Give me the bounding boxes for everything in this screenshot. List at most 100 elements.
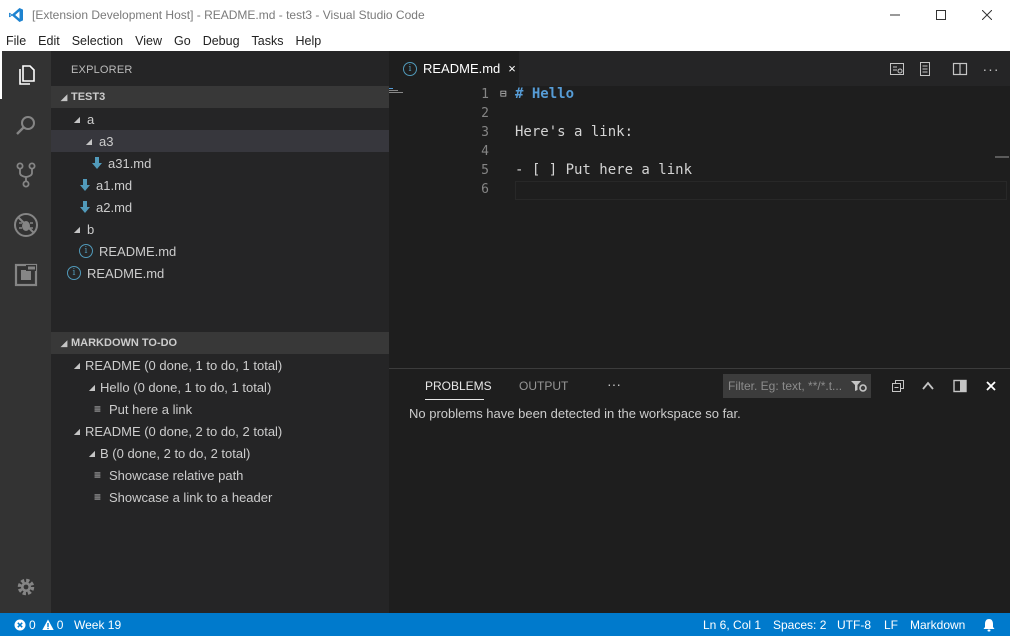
warning-icon xyxy=(41,619,54,630)
panel-more-tabs-button[interactable]: ··· xyxy=(607,376,621,392)
activity-debug[interactable] xyxy=(0,201,51,249)
todo-file-item[interactable]: ◢ README (0 done, 2 to do, 2 total) xyxy=(51,420,389,442)
list-icon: ≡ xyxy=(94,468,102,482)
menu-go[interactable]: Go xyxy=(168,34,197,48)
chevron-up-icon xyxy=(922,381,934,390)
close-window-button[interactable] xyxy=(964,0,1010,30)
split-editor-icon xyxy=(952,62,968,75)
menu-view[interactable]: View xyxy=(129,34,168,48)
week-status[interactable]: Week 19 xyxy=(74,613,121,636)
activity-search[interactable] xyxy=(0,101,51,149)
activity-explorer[interactable] xyxy=(0,51,51,99)
markdown-file-icon xyxy=(80,201,90,213)
error-count: 0 xyxy=(29,617,36,632)
chevron-down-icon: ◢ xyxy=(88,448,96,458)
chevron-down-icon: ◢ xyxy=(88,382,96,392)
menu-bar: File Edit Selection View Go Debug Tasks … xyxy=(0,30,1010,51)
indentation-status[interactable]: Spaces: 2 xyxy=(773,613,826,636)
tree-item-a1-md[interactable]: a1.md xyxy=(51,174,389,196)
open-preview-button[interactable] xyxy=(884,51,910,86)
tab-output[interactable]: OUTPUT xyxy=(519,379,568,393)
chevron-down-icon: ◢ xyxy=(60,91,68,102)
tree-item-label: a2.md xyxy=(96,199,133,215)
menu-edit[interactable]: Edit xyxy=(32,34,66,48)
problems-status[interactable]: 0 0 xyxy=(14,613,63,636)
menu-debug[interactable]: Debug xyxy=(197,34,246,48)
split-editor-button[interactable] xyxy=(947,51,973,86)
minimize-button[interactable] xyxy=(872,0,918,30)
filter-settings-icon[interactable] xyxy=(850,378,868,394)
tab-problems[interactable]: PROBLEMS xyxy=(425,379,492,393)
todo-item-label: Showcase a link to a header xyxy=(109,489,273,505)
chevron-down-icon: ◢ xyxy=(85,136,93,146)
chevron-down-icon: ◢ xyxy=(60,337,68,348)
sidebar: EXPLORER ◢ TEST3 ◢ a ◢ a3 a31.md a1.md a… xyxy=(51,51,389,613)
tree-item-label: README.md xyxy=(99,243,177,259)
fold-icon[interactable]: ⊟ xyxy=(500,87,507,100)
sidebar-title: EXPLORER xyxy=(71,64,133,76)
notifications-button[interactable] xyxy=(982,613,996,636)
close-tab-icon[interactable]: × xyxy=(508,61,516,76)
todo-section-header[interactable]: ◢ MARKDOWN TO-DO xyxy=(51,332,389,354)
tree-item-a[interactable]: ◢ a xyxy=(51,108,389,130)
debug-icon xyxy=(13,213,38,237)
todo-task-item[interactable]: ≡ Showcase a link to a header xyxy=(51,486,389,508)
open-preview-side-button[interactable] xyxy=(912,51,938,86)
todo-task-item[interactable]: ≡ Showcase relative path xyxy=(51,464,389,486)
todo-task-item[interactable]: ≡ Put here a link xyxy=(51,398,389,420)
close-icon xyxy=(982,10,992,20)
list-icon: ≡ xyxy=(94,402,102,416)
activity-source-control[interactable] xyxy=(0,151,51,199)
minimap xyxy=(389,88,403,93)
problems-filter-input[interactable]: Filter. Eg: text, **/*.t... xyxy=(723,374,871,398)
code-line: - [ ] Put here a link xyxy=(515,162,693,178)
tree-item-a3[interactable]: ◢ a3 xyxy=(51,130,389,152)
menu-tasks[interactable]: Tasks xyxy=(246,34,290,48)
tree-item-a31-md[interactable]: a31.md xyxy=(51,152,389,174)
title-bar: [Extension Development Host] - README.md… xyxy=(0,0,1010,30)
menu-selection[interactable]: Selection xyxy=(66,34,129,48)
toggle-panel-position-button[interactable] xyxy=(949,376,971,396)
maximize-button[interactable] xyxy=(918,0,964,30)
tree-item-b-readme[interactable]: i README.md xyxy=(51,240,389,262)
tree-item-a2-md[interactable]: a2.md xyxy=(51,196,389,218)
encoding-status[interactable]: UTF-8 xyxy=(837,613,871,636)
chevron-down-icon: ◢ xyxy=(73,224,81,234)
gear-icon xyxy=(17,578,34,596)
menu-help[interactable]: Help xyxy=(290,34,328,48)
activity-manage[interactable] xyxy=(0,563,51,611)
editor[interactable]: 1 2 3 4 5 6 ⊟ # Hello Here's a link: - [… xyxy=(389,86,1010,368)
tab-readme[interactable]: i README.md × xyxy=(389,51,519,86)
current-line-highlight xyxy=(515,181,1007,200)
cursor-position-status[interactable]: Ln 6, Col 1 xyxy=(703,613,761,636)
folder-section-header[interactable]: ◢ TEST3 xyxy=(51,86,389,108)
tree-item-label: b xyxy=(87,221,95,237)
line-number: 1 xyxy=(481,87,489,102)
line-number: 2 xyxy=(481,106,489,121)
language-status[interactable]: Markdown xyxy=(910,613,965,636)
todo-header-item[interactable]: ◢ Hello (0 done, 1 to do, 1 total) xyxy=(51,376,389,398)
more-actions-button[interactable]: ··· xyxy=(978,51,1004,86)
collapse-all-button[interactable] xyxy=(887,376,909,396)
tree-item-readme[interactable]: i README.md xyxy=(51,262,389,284)
maximize-panel-button[interactable] xyxy=(917,376,939,396)
active-tab-underline xyxy=(425,399,484,400)
line-number: 4 xyxy=(481,144,489,159)
chevron-down-icon: ◢ xyxy=(73,426,81,436)
eol-status[interactable]: LF xyxy=(884,613,898,636)
tree-item-label: a3 xyxy=(99,133,114,149)
chevron-down-icon: ◢ xyxy=(73,114,81,124)
close-panel-button[interactable] xyxy=(980,376,1002,396)
todo-file-item[interactable]: ◢ README (0 done, 1 to do, 1 total) xyxy=(51,354,389,376)
todo-item-label: Hello (0 done, 1 to do, 1 total) xyxy=(100,379,272,395)
todo-section-title: MARKDOWN TO-DO xyxy=(71,337,178,349)
ellipsis-icon: ··· xyxy=(982,60,1000,77)
folder-name: TEST3 xyxy=(71,91,106,103)
line-number: 5 xyxy=(481,163,489,178)
todo-header-item[interactable]: ◢ B (0 done, 2 to do, 2 total) xyxy=(51,442,389,464)
tree-item-b[interactable]: ◢ b xyxy=(51,218,389,240)
document-icon xyxy=(920,61,930,76)
menu-file[interactable]: File xyxy=(0,34,32,48)
activity-extensions[interactable] xyxy=(0,251,51,299)
markdown-file-icon xyxy=(92,157,102,169)
